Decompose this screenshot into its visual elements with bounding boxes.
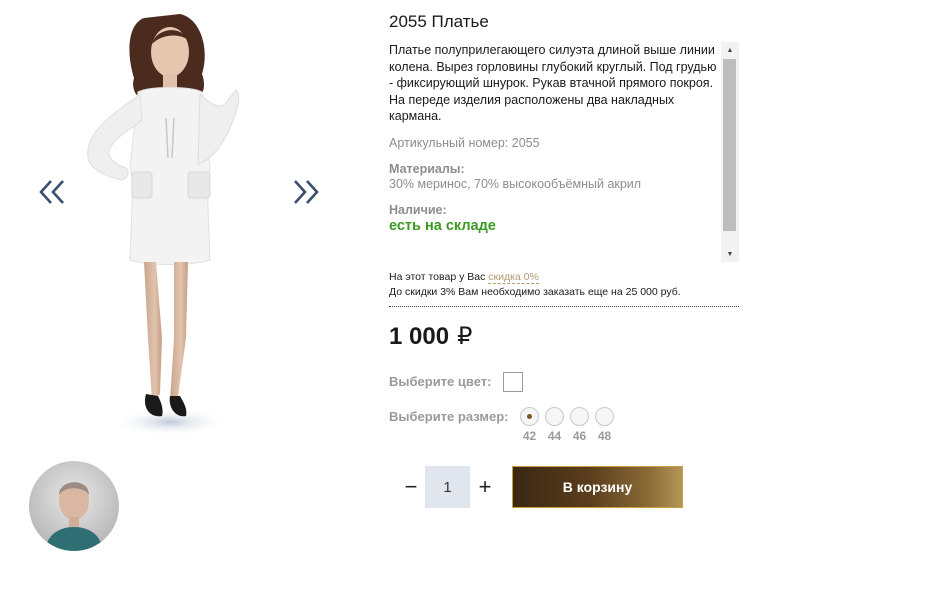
size-option-label: 44 [547,429,562,443]
size-radio[interactable] [545,407,564,426]
discount-info: На этот товар у Вас скидка 0% До скидки … [389,270,739,307]
color-swatch[interactable] [503,372,523,392]
product-gallery [0,0,380,599]
double-chevron-right-icon [294,180,319,204]
price-amount: 1 000 [389,323,450,350]
size-option[interactable]: 44 [545,407,564,443]
description-scrollbar[interactable]: ▲ ▼ [721,42,739,262]
materials-value: 30% меринос, 70% высокообъёмный акрил [389,176,642,191]
product-thumbnail[interactable] [29,461,119,551]
size-option-label: 42 [522,429,537,443]
quantity-increase-button[interactable]: + [472,472,498,502]
double-chevron-left-icon [39,180,64,204]
scrollbar-thumb[interactable] [723,59,736,231]
availability-status: есть на складе [389,217,496,234]
size-option[interactable]: 48 [595,407,614,443]
description-scroll-area[interactable]: Платье полуприлегающего силуэта длиной в… [389,42,739,262]
availability-label: Наличие: [389,202,447,217]
discount-line-2: До скидки 3% Вам необходимо заказать еще… [389,286,681,298]
scroll-up-arrow-icon[interactable]: ▲ [721,42,739,58]
mannequin-head-thumbnail [45,482,103,551]
product-price: 1 000 ₽ [389,322,472,351]
quantity-decrease-button[interactable]: − [398,472,424,502]
size-radio[interactable] [595,407,614,426]
product-title: 2055 Платье [389,12,489,31]
materials-label: Материалы: [389,161,465,176]
next-image-button[interactable] [286,170,326,214]
discount-link[interactable]: скидка 0% [488,271,539,284]
size-option[interactable]: 42 [520,407,539,443]
product-description: Платье полуприлегающего силуэта длиной в… [389,43,717,123]
product-main-image [87,14,240,436]
size-option[interactable]: 46 [570,407,589,443]
size-label: Выберите размер: [389,409,509,424]
size-radio[interactable] [570,407,589,426]
article-number: Артикульный номер: 2055 [389,135,540,150]
size-radio[interactable] [520,407,539,426]
scroll-down-arrow-icon[interactable]: ▼ [721,246,739,262]
quantity-input[interactable] [425,466,470,508]
size-option-label: 46 [572,429,587,443]
size-selector: 42 44 46 48 [520,407,614,443]
add-to-cart-button[interactable]: В корзину [512,466,683,508]
color-label: Выберите цвет: [389,374,492,389]
ruble-icon: ₽ [457,323,473,350]
discount-prefix: На этот товар у Вас [389,271,486,283]
discount-line-1: На этот товар у Вас скидка 0% [389,270,739,285]
prev-image-button[interactable] [32,170,72,214]
size-option-label: 48 [597,429,612,443]
